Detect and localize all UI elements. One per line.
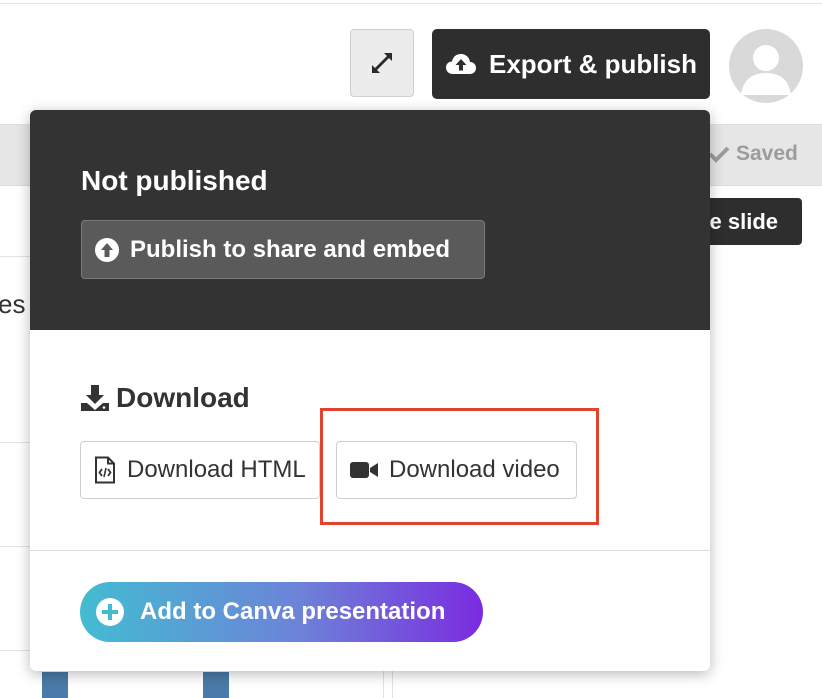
arrow-up-circle-icon <box>94 237 120 263</box>
user-avatar[interactable] <box>729 29 803 103</box>
slide-button-label: e slide <box>709 208 778 234</box>
saved-label: Saved <box>736 142 798 165</box>
export-publish-button[interactable]: Export & publish <box>432 29 710 99</box>
top-divider <box>0 3 822 4</box>
saved-status: Saved <box>708 142 798 166</box>
popup-divider <box>30 550 710 551</box>
background-slide-text: es <box>0 289 26 319</box>
add-to-canva-button[interactable]: Add to Canva presentation <box>80 582 483 642</box>
download-icon <box>80 384 110 412</box>
download-heading: Download <box>80 382 250 414</box>
publish-button-label: Publish to share and embed <box>130 235 451 263</box>
download-html-label: Download HTML <box>127 456 306 483</box>
highlight-box <box>320 408 599 525</box>
cloud-upload-icon <box>445 52 477 76</box>
file-code-icon <box>93 456 117 484</box>
plus-circle-icon <box>94 596 126 628</box>
expand-arrows-icon <box>369 50 395 76</box>
check-icon <box>708 145 730 163</box>
export-publish-label: Export & publish <box>489 48 697 79</box>
background-chart-bar <box>42 672 68 698</box>
add-to-canva-label: Add to Canva presentation <box>140 598 446 625</box>
export-publish-popup: Not published Publish to share and embed… <box>30 110 710 671</box>
download-heading-label: Download <box>116 382 250 413</box>
background-chart-bar <box>203 672 229 698</box>
publish-button[interactable]: Publish to share and embed <box>81 220 485 279</box>
publish-status: Not published <box>81 165 268 196</box>
expand-button[interactable] <box>350 29 414 97</box>
user-avatar-icon <box>729 29 803 103</box>
download-html-button[interactable]: Download HTML <box>80 441 320 499</box>
